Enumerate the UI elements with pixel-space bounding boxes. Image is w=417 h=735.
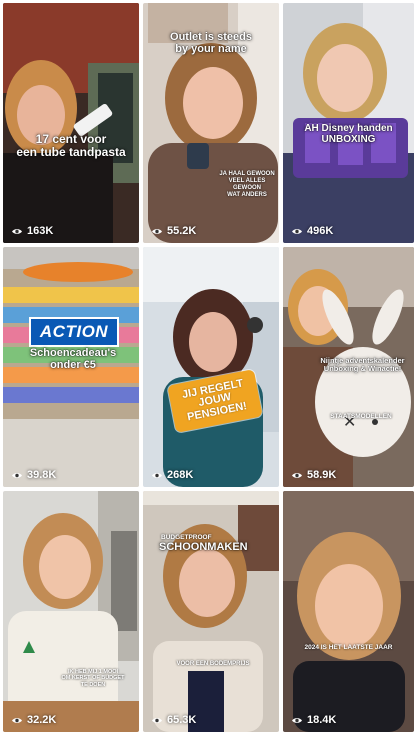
view-count-label: 39.8K (27, 469, 57, 481)
video-tile-1[interactable]: 17 cent voor een tube tandpasta 163K (3, 3, 139, 243)
video-tile-4[interactable]: ACTION Schoencadeau's onder €5 39.8K (3, 247, 139, 487)
video-caption: Schoencadeau's onder €5 (29, 347, 117, 372)
view-count-label: 32.2K (27, 714, 57, 726)
video-tile-6[interactable]: ✕ Nijntje adventskalender Unboxing & Win… (283, 247, 414, 487)
eye-icon (292, 717, 302, 723)
video-grid: 17 cent voor een tube tandpasta 163K Out… (0, 0, 417, 735)
view-count-label: 18.4K (307, 714, 337, 726)
video-caption: Outlet is steeds by your name (170, 31, 252, 56)
video-subtitle: IK HEB MIJ 1 MOOI OM KERST OF BUDGET TE … (61, 669, 125, 688)
eye-icon (12, 228, 22, 234)
video-caption: AH Disney handen UNBOXING (304, 123, 393, 145)
view-count: 58.9K (291, 469, 336, 481)
view-count-label: 58.9K (307, 469, 337, 481)
view-count: 496K (291, 225, 333, 237)
view-count-label: 496K (307, 225, 334, 237)
view-count-label: 163K (27, 225, 54, 237)
bunny-label: STAATSMODELLEN (330, 413, 392, 420)
video-tile-5[interactable]: JIJ REGELT JOUW PENSIOEN! 268K (143, 247, 279, 487)
video-tile-8[interactable]: BUDGETPROOF SCHOONMAKEN VOOR EEN BODEMPR… (143, 491, 279, 732)
video-subtitle: JA HAAL GEWOON VEEL ALLES GEWOON WAT AND… (219, 171, 275, 198)
eye-icon (292, 228, 302, 234)
video-caption: SCHOONMAKEN (159, 541, 248, 553)
view-count-label: 65.3K (167, 714, 197, 726)
video-thumbnail (3, 3, 139, 243)
video-thumbnail (143, 491, 279, 732)
eye-icon (152, 717, 162, 723)
eye-icon (12, 472, 22, 478)
video-tile-7[interactable]: IK HEB MIJ 1 MOOI OM KERST OF BUDGET TE … (3, 491, 139, 732)
video-caption: Nijntje adventskalender Unboxing & Winac… (320, 356, 405, 374)
video-subtitle: 2024 IS HET LAATSTE JAAR (304, 644, 393, 651)
view-count-label: 55.2K (167, 225, 197, 237)
view-count: 268K (151, 469, 193, 481)
video-tile-2[interactable]: Outlet is steeds by your name JA HAAL GE… (143, 3, 279, 243)
action-logo-text: ACTION (39, 322, 109, 341)
video-thumbnail (143, 247, 279, 487)
eye-icon (292, 472, 302, 478)
view-count: 163K (11, 225, 53, 237)
view-count: 55.2K (151, 225, 196, 237)
eye-icon (152, 228, 162, 234)
eye-icon (152, 472, 162, 478)
action-logo: ACTION (29, 317, 119, 347)
video-thumbnail (3, 491, 139, 732)
eye-icon (12, 717, 22, 723)
video-caption: 17 cent voor een tube tandpasta (16, 132, 126, 160)
video-tile-3[interactable]: AH Disney handen UNBOXING 496K (283, 3, 414, 243)
video-tile-9[interactable]: 2024 IS HET LAATSTE JAAR 18.4K (283, 491, 414, 732)
pension-banner-text: JIJ REGELT JOUW PENSIOEN! (180, 377, 248, 424)
view-count: 39.8K (11, 469, 56, 481)
view-count-label: 268K (167, 469, 194, 481)
view-count: 65.3K (151, 714, 196, 726)
video-subtitle: VOOR EEN BODEMPRIJS (176, 661, 250, 667)
view-count: 32.2K (11, 714, 56, 726)
video-thumbnail (283, 491, 414, 732)
view-count: 18.4K (291, 714, 336, 726)
